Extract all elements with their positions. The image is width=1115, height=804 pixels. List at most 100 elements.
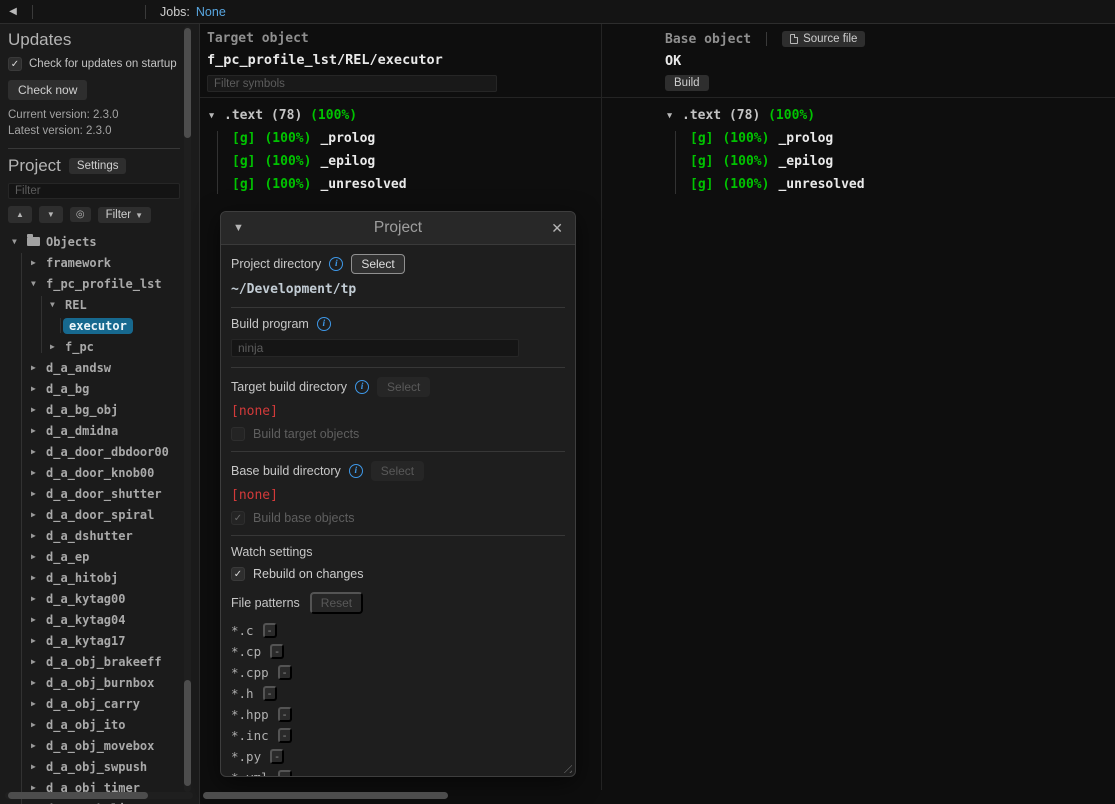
tree-item[interactable]: ▶ d_a_obj_carry (0, 693, 184, 714)
remove-pattern-button[interactable]: - (278, 665, 292, 680)
tree-expand-arrow-icon[interactable]: ▶ (31, 594, 46, 603)
main-horizontal-scrollbar-thumb[interactable] (203, 792, 448, 799)
tree-expand-arrow-icon[interactable]: ▼ (12, 237, 27, 246)
tree-expand-arrow-icon[interactable]: ▶ (31, 699, 46, 708)
tree-item[interactable]: ▼ REL (0, 294, 184, 315)
tree-item[interactable]: ▶ d_a_door_knob00 (0, 462, 184, 483)
tree-expand-arrow-icon[interactable]: ▶ (31, 741, 46, 750)
tree-expand-arrow-icon[interactable]: ▶ (31, 783, 46, 792)
tree-item[interactable]: ▶ d_a_dshutter (0, 525, 184, 546)
section-header[interactable]: ▼ .text (78) (100%) (209, 104, 407, 127)
tree-item[interactable]: ▶ d_a_door_spiral (0, 504, 184, 525)
info-icon[interactable]: i (349, 464, 363, 478)
tree-expand-arrow-icon[interactable]: ▶ (31, 552, 46, 561)
info-icon[interactable]: i (317, 317, 331, 331)
remove-pattern-button[interactable]: - (278, 728, 292, 743)
tree-expand-arrow-icon[interactable]: ▼ (50, 300, 65, 309)
sidebar-vertical-scrollbar-track[interactable] (184, 26, 191, 792)
check-updates-checkbox[interactable]: ✓ (8, 57, 22, 71)
tree-expand-arrow-icon[interactable]: ▶ (31, 510, 46, 519)
tree-item[interactable]: ▶ d_a_hitobj (0, 567, 184, 588)
rebuild-on-changes-row[interactable]: ✓ Rebuild on changes (231, 567, 565, 581)
tree-item[interactable]: ▶ d_a_obj_swpush (0, 756, 184, 777)
tree-item[interactable]: ▶ d_a_kytag00 (0, 588, 184, 609)
tree-expand-arrow-icon[interactable]: ▶ (31, 636, 46, 645)
tree-item[interactable]: ▶ d_a_obj_movebox (0, 735, 184, 756)
check-now-button[interactable]: Check now (8, 80, 87, 100)
symbol-row[interactable]: [g] (100%) _epilog (667, 150, 865, 173)
tree-item[interactable]: ▶ f_pc (0, 336, 184, 357)
tree-item[interactable]: ▶ d_a_bg_obj (0, 399, 184, 420)
tree-expand-arrow-icon[interactable]: ▶ (31, 615, 46, 624)
remove-pattern-button[interactable]: - (270, 644, 284, 659)
tree-expand-arrow-icon[interactable]: ▶ (31, 426, 46, 435)
tree-expand-arrow-icon[interactable]: ▼ (31, 279, 46, 288)
symbol-row[interactable]: [g] (100%) _unresolved (667, 173, 865, 196)
tree-item[interactable]: ▶ d_a_obj_ito (0, 714, 184, 735)
section-header[interactable]: ▼ .text (78) (100%) (667, 104, 865, 127)
check-updates-checkbox-row[interactable]: ✓ Check for updates on startup (8, 57, 191, 71)
tree-item[interactable]: ▶ d_a_bg (0, 378, 184, 399)
tree-item[interactable]: ▼ Objects (0, 231, 184, 252)
remove-pattern-button[interactable]: - (278, 770, 292, 777)
sidebar-vertical-scrollbar-thumb[interactable] (184, 28, 191, 138)
tree-expand-arrow-icon[interactable]: ▶ (31, 384, 46, 393)
tree-item[interactable]: ▼ f_pc_profile_lst (0, 273, 184, 294)
build-program-input[interactable] (231, 339, 519, 357)
tree-expand-arrow-icon[interactable]: ▶ (31, 762, 46, 771)
symbol-row[interactable]: [g] (100%) _unresolved (209, 173, 407, 196)
section-collapse-arrow-icon[interactable]: ▼ (667, 111, 682, 121)
tree-expand-arrow-icon[interactable]: ▶ (50, 342, 65, 351)
build-button[interactable]: Build (665, 75, 709, 91)
tree-item[interactable]: executor (0, 315, 184, 336)
symbol-row[interactable]: [g] (100%) _prolog (209, 127, 407, 150)
jobs-status[interactable]: None (196, 5, 226, 19)
remove-pattern-button[interactable]: - (278, 707, 292, 722)
project-settings-button[interactable]: Settings (69, 158, 127, 174)
tree-item[interactable]: ▶ d_a_kytag04 (0, 609, 184, 630)
rebuild-on-changes-checkbox[interactable]: ✓ (231, 567, 245, 581)
sidebar-horizontal-scrollbar-thumb[interactable] (8, 792, 148, 799)
tree-item[interactable]: ▶ d_a_obj_brakeeff (0, 651, 184, 672)
locate-target-button[interactable]: ◎ (70, 207, 91, 222)
collapse-all-button[interactable]: ▲ (8, 206, 32, 223)
tree-item[interactable]: ▶ d_a_dmidna (0, 420, 184, 441)
dialog-titlebar[interactable]: ▼ Project ✕ (221, 212, 575, 245)
back-button[interactable]: ◀ (0, 6, 26, 17)
tree-expand-arrow-icon[interactable]: ▶ (31, 363, 46, 372)
tree-item[interactable]: ▶ d_a_obj_burnbox (0, 672, 184, 693)
remove-pattern-button[interactable]: - (263, 686, 277, 701)
tree-expand-arrow-icon[interactable]: ▶ (31, 405, 46, 414)
tree-item[interactable]: ▶ d_a_ep (0, 546, 184, 567)
section-collapse-arrow-icon[interactable]: ▼ (209, 111, 224, 121)
tree-expand-arrow-icon[interactable]: ▶ (31, 258, 46, 267)
symbol-row[interactable]: [g] (100%) _epilog (209, 150, 407, 173)
tree-expand-arrow-icon[interactable]: ▶ (31, 489, 46, 498)
tree-expand-arrow-icon[interactable]: ▶ (31, 720, 46, 729)
project-directory-select-button[interactable]: Select (351, 254, 404, 274)
tree-filter-dropdown[interactable]: Filter▼ (98, 207, 151, 223)
remove-pattern-button[interactable]: - (263, 623, 277, 638)
tree-item[interactable]: ▶ framework (0, 252, 184, 273)
tree-item[interactable]: ▶ d_a_door_shutter (0, 483, 184, 504)
remove-pattern-button[interactable]: - (270, 749, 284, 764)
close-icon[interactable]: ✕ (543, 220, 563, 237)
source-file-button[interactable]: Source file (782, 31, 865, 47)
tree-item[interactable]: ▶ d_a_kytag17 (0, 630, 184, 651)
tree-expand-arrow-icon[interactable]: ▶ (31, 531, 46, 540)
expand-all-button[interactable]: ▼ (39, 206, 63, 223)
tree-item[interactable]: ▶ d_a_door_dbdoor00 (0, 441, 184, 462)
filter-symbols-input[interactable] (207, 75, 497, 92)
symbol-row[interactable]: [g] (100%) _prolog (667, 127, 865, 150)
dialog-collapse-arrow-icon[interactable]: ▼ (233, 222, 253, 234)
info-icon[interactable]: i (329, 257, 343, 271)
tree-expand-arrow-icon[interactable]: ▶ (31, 657, 46, 666)
tree-item[interactable]: ▶ d_a_andsw (0, 357, 184, 378)
tree-expand-arrow-icon[interactable]: ▶ (31, 447, 46, 456)
tree-expand-arrow-icon[interactable]: ▶ (31, 678, 46, 687)
tree-vertical-scrollbar-thumb[interactable] (184, 680, 191, 786)
tree-expand-arrow-icon[interactable]: ▶ (31, 573, 46, 582)
project-filter-input[interactable] (8, 183, 180, 199)
info-icon[interactable]: i (355, 380, 369, 394)
tree-expand-arrow-icon[interactable]: ▶ (31, 468, 46, 477)
